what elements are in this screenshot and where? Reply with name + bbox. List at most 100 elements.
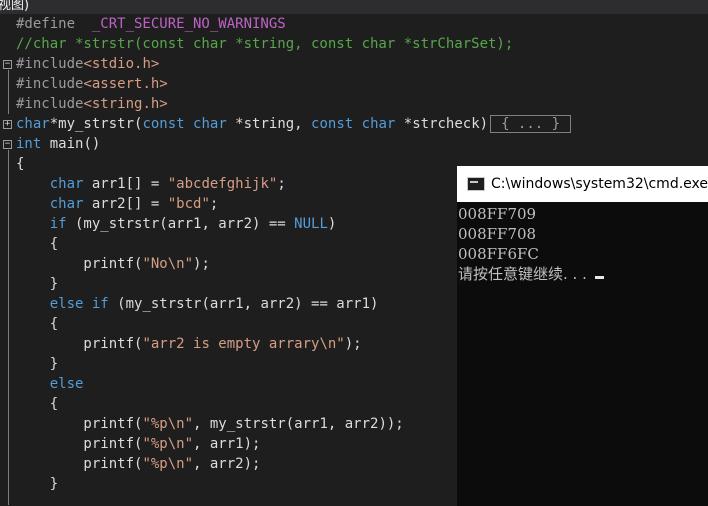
code-token: "No\n" <box>142 256 194 272</box>
code-line-else: else <box>16 374 84 394</box>
code-line-printf-p1: printf("%p\n", my_strstr(arr1, arr2)); <box>16 414 404 434</box>
console-line: 008FF709 <box>458 205 537 223</box>
code-token: char <box>193 116 227 132</box>
window-title: 视图) <box>0 0 30 13</box>
code-token: <assert.h> <box>83 76 168 92</box>
console-line: 008FF6FC <box>458 245 539 263</box>
fold-guide-includes <box>8 70 9 114</box>
code-token: else <box>49 376 84 392</box>
code-token: { <box>16 236 59 252</box>
code-line-printf-p2: printf("%p\n", arr1); <box>16 434 260 454</box>
code-token: int <box>16 136 42 152</box>
code-token: , my_strstr(arr1, arr2)); <box>193 416 404 432</box>
code-token: ); <box>344 336 362 352</box>
console-title: C:\windows\system32\cmd.exe <box>491 176 708 192</box>
code-token: printf( <box>16 456 143 472</box>
code-token: #include <box>16 56 84 72</box>
code-line-printf-p3: printf("%p\n", arr2); <box>16 454 260 474</box>
code-token: , arr2); <box>193 456 261 472</box>
code-token: ) <box>327 216 337 232</box>
fold-toggle-includes[interactable]: − <box>3 60 12 69</box>
code-token: ); <box>193 256 210 272</box>
code-token: { <box>16 316 59 332</box>
console-icon <box>467 177 485 191</box>
code-token: , arr1); <box>193 436 261 452</box>
code-token: *my_strstr( <box>49 116 143 132</box>
code-token: } <box>16 356 59 372</box>
code-token: if <box>49 216 67 232</box>
code-line-if1: if (my_strstr(arr1, arr2) == NULL) <box>16 214 337 234</box>
console-prompt: 请按任意键继续. . . <box>458 265 587 283</box>
code-token: (my_strstr(arr1, arr2) == arr1) <box>108 296 379 312</box>
code-line-main: int main() <box>16 134 100 154</box>
code-token: printf( <box>16 416 143 432</box>
fold-toggle-mystrstr[interactable]: + <box>3 120 12 129</box>
fold-toggle-main[interactable]: − <box>3 140 12 149</box>
code-line-else-open: { <box>16 394 58 414</box>
code-token: "%p\n" <box>142 436 194 452</box>
code-token: } <box>16 276 59 292</box>
code-token: "bcd" <box>167 196 210 212</box>
code-token: printf( <box>16 336 143 352</box>
code-line-brace-open: { <box>16 154 24 174</box>
code-token: { <box>16 396 59 412</box>
code-token: const <box>142 116 185 132</box>
code-token: const <box>311 116 354 132</box>
code-line-if1-close: } <box>16 274 58 294</box>
code-token: printf( <box>16 256 143 272</box>
code-token: char <box>361 116 396 132</box>
fold-guide-main <box>8 150 9 505</box>
console-line: 008FF708 <box>458 225 537 243</box>
code-token: NULL <box>294 216 328 232</box>
code-line-comment: //char *strstr(const char *string, const… <box>16 34 513 54</box>
code-line-inc2: #include<assert.h> <box>16 74 168 94</box>
code-line-arr1: char arr1[] = "abcdefghijk"; <box>16 174 286 194</box>
console-output: 008FF709 008FF708 008FF6FC 请按任意键继续. . . <box>457 202 708 284</box>
code-line-printf-no: printf("No\n"); <box>16 254 210 274</box>
code-line-arr2: char arr2[] = "bcd"; <box>16 194 219 214</box>
code-token: arr2[] = <box>83 196 168 212</box>
code-line-elseif: else if (my_strstr(arr1, arr2) == arr1) <box>16 294 379 314</box>
console-window[interactable]: C:\windows\system32\cmd.exe 008FF709 008… <box>457 166 708 506</box>
window-title-strip: 视图) <box>0 0 708 14</box>
code-line-else-close: } <box>16 474 58 494</box>
code-token: <string.h> <box>83 96 168 112</box>
code-token: "arr2 is empty arrary\n" <box>142 336 345 352</box>
code-token: "%p\n" <box>142 416 194 432</box>
code-token: ; <box>209 196 219 212</box>
console-titlebar[interactable]: C:\windows\system32\cmd.exe <box>457 166 708 202</box>
code-line-inc3: #include<string.h> <box>16 94 168 114</box>
code-line-printf-empty: printf("arr2 is empty arrary\n"); <box>16 334 362 354</box>
code-line-elseif-close: } <box>16 354 58 374</box>
console-cursor <box>594 276 604 279</box>
code-token: ; <box>277 176 286 192</box>
code-token: printf( <box>16 436 143 452</box>
code-token: else <box>49 296 84 312</box>
code-token: "abcdefghijk" <box>167 176 278 192</box>
code-token: char <box>49 196 84 212</box>
code-token: (my_strstr(arr1, arr2) == <box>66 216 295 232</box>
code-line-if1-open: { <box>16 234 58 254</box>
code-token: } <box>16 476 59 492</box>
collapsed-block[interactable]: { ... } <box>490 115 572 133</box>
code-line-elseif-open: { <box>16 314 58 334</box>
code-token: if <box>91 296 109 312</box>
code-token: #include <box>16 96 84 112</box>
code-token: { <box>16 156 25 172</box>
code-token: _CRT_SECURE_NO_WARNINGS <box>91 16 286 32</box>
code-token: char <box>16 116 50 132</box>
console-prompt-line: 请按任意键继续. . . <box>458 264 708 284</box>
code-token: //char *strstr(const char *string, const… <box>16 36 514 52</box>
code-line-define: #define _CRT_SECURE_NO_WARNINGS <box>16 14 286 34</box>
code-token: arr1[] = <box>83 176 168 192</box>
code-token: *strcheck) <box>395 116 489 132</box>
code-token: "%p\n" <box>142 456 194 472</box>
